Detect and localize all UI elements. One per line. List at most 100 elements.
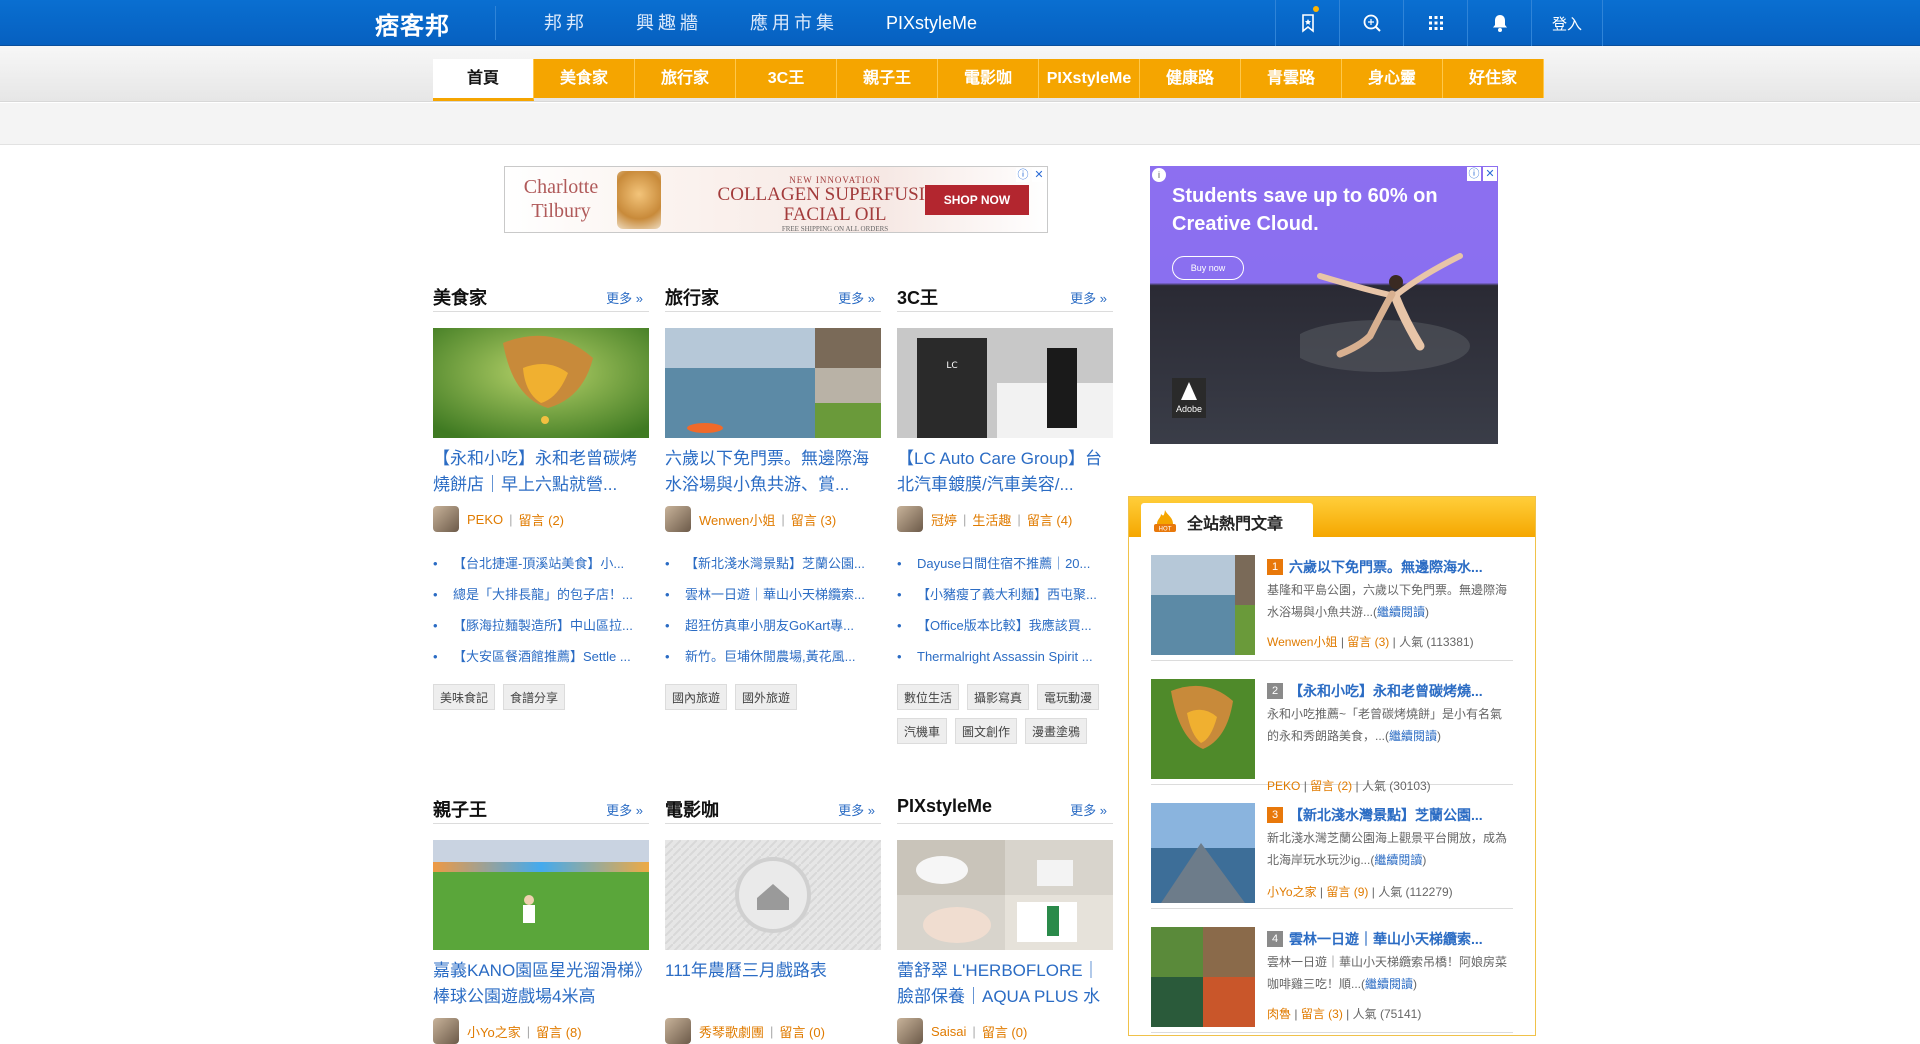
- apps-button[interactable]: [1403, 0, 1467, 46]
- section-title[interactable]: PIXstyleMe: [897, 796, 992, 817]
- avatar[interactable]: [665, 506, 691, 532]
- list-item[interactable]: 【新北淺水灣景點】芝蘭公園...: [665, 548, 881, 579]
- search-button[interactable]: [1339, 0, 1403, 46]
- post-thumbnail[interactable]: [433, 328, 649, 438]
- tag-button[interactable]: 汽機車: [897, 718, 948, 744]
- ad-close-icon[interactable]: ✕: [1483, 167, 1497, 181]
- ad-info-icon[interactable]: ⓘ: [1016, 168, 1030, 182]
- category-tab[interactable]: 3C王: [736, 59, 837, 98]
- tag-button[interactable]: 攝影寫真: [967, 684, 1030, 710]
- hot-article-thumbnail[interactable]: [1151, 555, 1255, 655]
- nav-app-market[interactable]: 應用市集: [750, 0, 838, 46]
- post-thumbnail[interactable]: [897, 840, 1113, 950]
- ad-close-icon[interactable]: ✕: [1032, 168, 1046, 182]
- notification-button[interactable]: [1467, 0, 1531, 46]
- section-title[interactable]: 旅行家: [665, 284, 719, 310]
- avatar[interactable]: [433, 1018, 459, 1044]
- avatar[interactable]: [665, 1018, 691, 1044]
- nav-bangbang[interactable]: 邦邦: [544, 0, 588, 46]
- post-thumbnail[interactable]: LC: [897, 328, 1113, 438]
- category-tab[interactable]: 首頁: [433, 59, 534, 101]
- more-link[interactable]: 更多 »: [606, 800, 643, 819]
- more-link[interactable]: 更多 »: [838, 288, 875, 307]
- hot-article-title[interactable]: 雲林一日遊｜華山小天梯纜索...: [1289, 927, 1511, 951]
- avatar[interactable]: [897, 1018, 923, 1044]
- post-title[interactable]: 111年農曆三月戲路表: [665, 958, 881, 1010]
- author-link[interactable]: 冠婷: [931, 510, 957, 529]
- continue-reading-link[interactable]: 繼續閱讀: [1389, 729, 1437, 743]
- tag-button[interactable]: 國外旅遊: [735, 684, 798, 710]
- hot-articles-tab[interactable]: HOT 全站熱門文章: [1141, 503, 1313, 537]
- tag-button[interactable]: 電玩動漫: [1037, 684, 1100, 710]
- tag-button[interactable]: 漫畫塗鴉: [1025, 718, 1088, 744]
- hot-article-thumbnail[interactable]: [1151, 679, 1255, 779]
- category-tab[interactable]: 電影咖: [938, 59, 1039, 98]
- post-title[interactable]: 蕾舒翠 L'HERBOFLORE｜臉部保養｜AQUA PLUS 水: [897, 958, 1113, 1010]
- hot-article-thumbnail[interactable]: [1151, 927, 1255, 1027]
- pixnet-logo[interactable]: 痞客邦: [375, 6, 450, 40]
- more-link[interactable]: 更多 »: [606, 288, 643, 307]
- comment-count[interactable]: 留言 (8): [536, 1022, 582, 1041]
- list-item[interactable]: Dayuse日間住宿不推薦｜20...: [897, 548, 1113, 579]
- list-item[interactable]: 【Office版本比較】我應該買...: [897, 610, 1113, 641]
- buy-now-button[interactable]: Buy now: [1172, 256, 1244, 280]
- post-thumbnail[interactable]: [433, 840, 649, 950]
- category-tab[interactable]: 青雲路: [1241, 59, 1342, 98]
- post-title[interactable]: 六歲以下免門票。無邊際海水浴場與小魚共游、賞...: [665, 446, 881, 498]
- category-tab[interactable]: 健康路: [1140, 59, 1241, 98]
- tag-button[interactable]: 美味食記: [433, 684, 496, 710]
- author-link[interactable]: 秀琴歌劇團: [699, 1022, 764, 1041]
- more-link[interactable]: 更多 »: [838, 800, 875, 819]
- bookmark-button[interactable]: [1275, 0, 1339, 46]
- section-title[interactable]: 3C王: [897, 284, 938, 310]
- comment-count[interactable]: 留言 (0): [982, 1022, 1028, 1041]
- section-title[interactable]: 電影咖: [665, 796, 719, 822]
- continue-reading-link[interactable]: 繼續閱讀: [1377, 605, 1425, 619]
- section-title[interactable]: 美食家: [433, 284, 487, 310]
- list-item[interactable]: 超狂仿真車小朋友GoKart專...: [665, 610, 881, 641]
- hot-article-title[interactable]: 六歲以下免門票。無邊際海水...: [1289, 555, 1511, 579]
- list-item[interactable]: 總是「大排長龍」的包子店！...: [433, 579, 649, 610]
- more-link[interactable]: 更多 »: [1070, 800, 1107, 819]
- post-title[interactable]: 【LC Auto Care Group】台北汽車鍍膜/汽車美容/...: [897, 446, 1113, 498]
- tag-button[interactable]: 食譜分享: [503, 684, 566, 710]
- login-button[interactable]: 登入: [1531, 0, 1603, 46]
- post-thumbnail[interactable]: [665, 328, 881, 438]
- comment-count[interactable]: 留言 (3): [791, 510, 837, 529]
- author-link[interactable]: PEKO: [467, 512, 503, 527]
- post-title[interactable]: 嘉義KANO園區星光溜滑梯》棒球公園遊戲場4米高: [433, 958, 649, 1010]
- shop-now-button[interactable]: SHOP NOW: [925, 185, 1029, 215]
- hot-article-thumbnail[interactable]: [1151, 803, 1255, 903]
- list-item[interactable]: 【台北捷運-頂溪站美食】小...: [433, 548, 649, 579]
- category-tab[interactable]: 美食家: [534, 59, 635, 98]
- list-item[interactable]: 【大安區餐酒館推薦】Settle ...: [433, 641, 649, 672]
- category-tab[interactable]: 身心靈: [1342, 59, 1443, 98]
- author-link[interactable]: 肉魯: [1267, 1007, 1291, 1021]
- author-link[interactable]: Wenwen小姐: [1267, 635, 1337, 649]
- author-link[interactable]: Saisai: [931, 1024, 966, 1039]
- hot-article-title[interactable]: 【新北淺水灣景點】芝蘭公園...: [1289, 803, 1511, 827]
- author-link[interactable]: 小Yo之家: [1267, 885, 1317, 899]
- hot-article-title[interactable]: 【永和小吃】永和老曾碳烤燒...: [1289, 679, 1511, 703]
- ad-info-icon[interactable]: ⓘ: [1467, 167, 1481, 181]
- comment-count[interactable]: 留言 (2): [519, 510, 565, 529]
- comment-count[interactable]: 留言 (3): [1347, 635, 1389, 649]
- top-banner-ad[interactable]: Charlotte Tilbury NEW INNOVATION COLLAGE…: [504, 166, 1048, 233]
- more-link[interactable]: 更多 »: [1070, 288, 1107, 307]
- post-thumbnail[interactable]: [665, 840, 881, 950]
- section-title[interactable]: 親子王: [433, 796, 487, 822]
- ad-choices-icon[interactable]: i: [1152, 168, 1166, 182]
- comment-count[interactable]: 留言 (9): [1326, 885, 1368, 899]
- category-tab[interactable]: PIXstyleMe: [1039, 59, 1140, 98]
- author-link[interactable]: Wenwen小姐: [699, 510, 775, 529]
- nav-interest-wall[interactable]: 興趣牆: [636, 0, 702, 46]
- category-tab[interactable]: 旅行家: [635, 59, 736, 98]
- list-item[interactable]: 【小豬瘦了義大利麵】西屯聚...: [897, 579, 1113, 610]
- avatar[interactable]: [433, 506, 459, 532]
- post-title[interactable]: 【永和小吃】永和老曾碳烤燒餅店｜早上六點就營...: [433, 446, 649, 498]
- category-tab[interactable]: 親子王: [837, 59, 938, 98]
- tag-button[interactable]: 數位生活: [897, 684, 960, 710]
- comment-count[interactable]: 留言 (3): [1301, 1007, 1343, 1021]
- continue-reading-link[interactable]: 繼續閱讀: [1365, 977, 1413, 991]
- category-tab[interactable]: 好住家: [1443, 59, 1544, 98]
